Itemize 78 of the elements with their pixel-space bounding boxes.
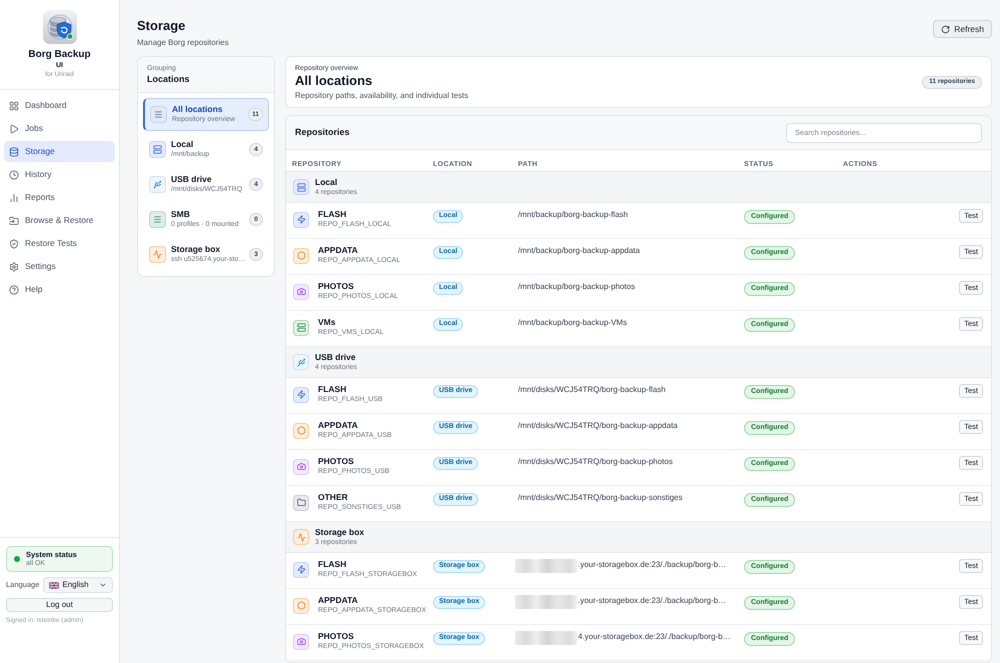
repo-path: /mnt/backup/borg-backup-photos bbox=[518, 281, 635, 292]
panel-title: Locations bbox=[147, 73, 191, 85]
list-icon bbox=[150, 106, 167, 123]
lightning-icon bbox=[293, 212, 309, 228]
bar-chart-icon bbox=[9, 192, 19, 202]
overview-title: All locations bbox=[295, 72, 374, 88]
nav-item[interactable]: Restore Tests bbox=[4, 233, 115, 254]
repo-path: /mnt/disks/WCJ54TRQ/borg-backup-photos bbox=[518, 456, 673, 467]
repo-name: VMs bbox=[318, 317, 336, 328]
grid-icon bbox=[9, 100, 19, 110]
usb-icon bbox=[149, 176, 166, 193]
database-icon bbox=[9, 146, 19, 156]
uk-flag-icon bbox=[49, 582, 60, 588]
nav-item[interactable]: Browse & Restore bbox=[4, 210, 115, 231]
repo-name: PHOTOS bbox=[318, 631, 355, 642]
app-logo bbox=[42, 10, 76, 44]
repo-path: /mnt/disks/WCJ54TRQ/borg-backup-appdata bbox=[518, 420, 678, 431]
server-icon bbox=[293, 179, 309, 195]
location-name: SMB bbox=[171, 209, 191, 220]
clock-icon bbox=[9, 170, 19, 180]
chevron-down-icon bbox=[99, 581, 107, 589]
nav-item[interactable]: Jobs bbox=[4, 118, 115, 139]
folder-icon bbox=[293, 494, 309, 510]
nav-item[interactable]: Storage bbox=[4, 141, 115, 162]
refresh-button[interactable]: Refresh bbox=[933, 20, 992, 38]
repo-name: PHOTOS bbox=[318, 281, 355, 292]
usb-icon bbox=[293, 354, 309, 370]
group-name: USB drive bbox=[315, 352, 357, 362]
repo-name: FLASH bbox=[318, 559, 348, 570]
repo-name: APPDATA bbox=[318, 595, 359, 606]
repo-path: 4.your-storagebox.de:23/./backup/borg-b… bbox=[578, 631, 731, 642]
location-name: Storage box bbox=[171, 244, 222, 255]
camera-icon bbox=[293, 284, 309, 300]
location-name: USB drive bbox=[171, 174, 213, 185]
refresh-icon bbox=[941, 24, 950, 34]
app-name: Borg Backup bbox=[28, 48, 91, 61]
location-name: All locations bbox=[172, 104, 224, 115]
repo-path: /mnt/backup/borg-backup-flash bbox=[518, 209, 628, 220]
pulse-icon bbox=[293, 529, 309, 545]
page-title: Storage bbox=[137, 17, 186, 34]
lightning-icon bbox=[293, 386, 309, 402]
pulse-icon bbox=[149, 246, 166, 263]
settings-icon bbox=[9, 262, 19, 272]
lightning-icon bbox=[293, 562, 309, 578]
camera-icon bbox=[293, 634, 309, 650]
repo-path: .your-storagebox.de:23/./backup/borg-b… bbox=[578, 559, 726, 570]
repo-name: APPDATA bbox=[318, 245, 359, 256]
group-name: Local bbox=[315, 176, 338, 188]
help-icon bbox=[9, 284, 19, 294]
overview-description: Repository paths, availability, and individual tests bbox=[295, 90, 468, 100]
nav-item[interactable]: Settings bbox=[4, 256, 115, 277]
server-icon bbox=[293, 320, 309, 336]
repo-path: /mnt/disks/WCJ54TRQ/borg-backup-sonstiges bbox=[518, 492, 682, 503]
repo-name: FLASH bbox=[318, 384, 348, 395]
repo-path: /mnt/backup/borg-backup-VMs bbox=[518, 317, 627, 328]
nav-item[interactable]: Reports bbox=[4, 187, 115, 208]
repo-path: /mnt/backup/borg-backup-appdata bbox=[518, 245, 640, 256]
nav-item[interactable]: Dashboard bbox=[4, 95, 115, 116]
repositories-title: Repositories bbox=[295, 126, 350, 139]
lines-icon bbox=[149, 211, 166, 228]
shield-check-icon bbox=[9, 238, 19, 248]
repo-path: /mnt/disks/WCJ54TRQ/borg-backup-flash bbox=[518, 384, 666, 395]
page-subtitle: Manage Borg repositories bbox=[137, 37, 229, 48]
language-select[interactable]: English bbox=[43, 577, 113, 593]
repo-name: PHOTOS bbox=[318, 456, 355, 467]
play-icon bbox=[9, 124, 19, 134]
nav-item[interactable]: History bbox=[4, 164, 115, 185]
group-name: Storage box bbox=[315, 526, 364, 538]
repo-name: APPDATA bbox=[318, 420, 359, 431]
logout-button[interactable]: Log out bbox=[6, 598, 113, 612]
repo-path: .your-storagebox.de:23/./backup/borg-b… bbox=[578, 595, 726, 606]
camera-icon bbox=[293, 458, 309, 474]
repo-name: FLASH bbox=[318, 209, 348, 220]
nav-item[interactable]: Help bbox=[4, 279, 115, 300]
repo-name: OTHER bbox=[318, 492, 349, 503]
folder-icon bbox=[9, 216, 19, 226]
location-name: Local bbox=[171, 139, 194, 150]
server-icon bbox=[149, 141, 166, 158]
